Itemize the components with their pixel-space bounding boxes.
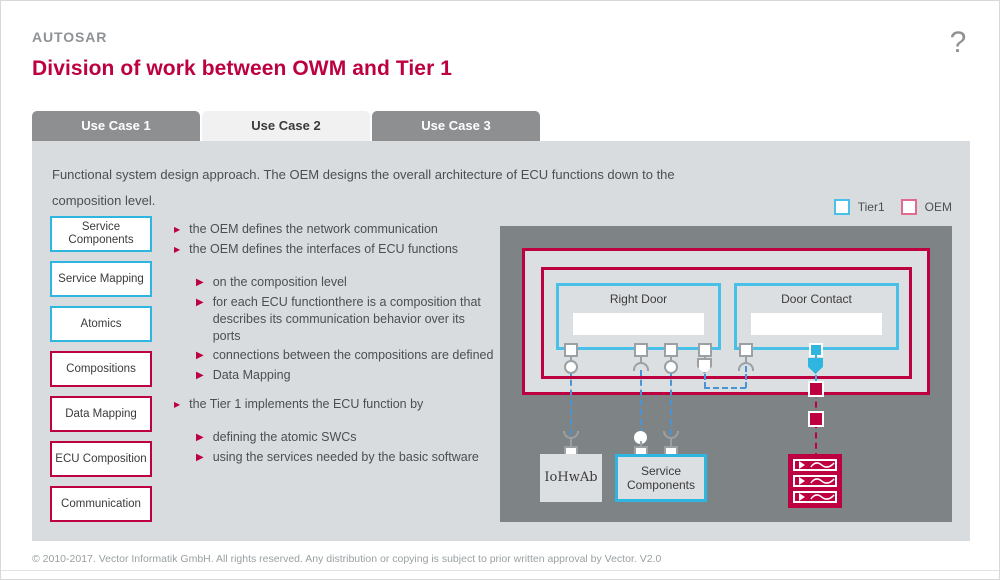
legend-swatch-tier1-icon — [833, 199, 850, 215]
tab-panel: Functional system design approach. The O… — [32, 141, 970, 541]
list-item: ▶ the OEM defines the interfaces of ECU … — [174, 241, 494, 259]
bullet-text: the Tier 1 implements the ECU function b… — [189, 397, 424, 411]
sine-wave-icon — [810, 478, 835, 484]
help-question-icon[interactable]: ? — [943, 26, 973, 60]
architecture-diagram: Right Door Door Contact IoHwAb Service C… — [500, 226, 952, 522]
bullet-text: the OEM defines the interfaces of ECU fu… — [189, 242, 459, 256]
port-required-arc-icon — [633, 362, 649, 371]
sine-wave-icon — [810, 462, 835, 468]
basic-software-stack-icon[interactable] — [788, 454, 842, 508]
bullet-text: on the composition level — [212, 275, 347, 289]
port-required-arc-icon — [663, 431, 679, 439]
delegation-port-outer-icon[interactable] — [808, 411, 824, 427]
footer-divider — [1, 570, 999, 571]
artifact-box-service-components[interactable]: Service Components — [50, 216, 152, 252]
legend-item-tier1: Tier1 — [833, 199, 885, 215]
port-stub-icon — [640, 355, 642, 362]
artifact-box-list: Service Components Service Mapping Atomi… — [50, 216, 152, 522]
port-required-arc-icon — [563, 431, 579, 439]
bullet-arrow-icon: ▶ — [196, 277, 204, 288]
composition-door-contact[interactable]: Door Contact — [734, 283, 899, 350]
legend-swatch-oem-icon — [900, 199, 917, 215]
block-service-components[interactable]: Service Components — [615, 454, 707, 502]
composition-right-door[interactable]: Right Door — [556, 283, 721, 350]
bullet-arrow-icon: ▶ — [196, 350, 204, 361]
list-item: ▶ for each ECU functionthere is a compos… — [196, 294, 494, 345]
bullet-text: for each ECU functionthere is a composit… — [212, 295, 481, 343]
panel-description: Functional system design approach. The O… — [52, 167, 675, 208]
legend-label-oem: OEM — [924, 200, 952, 214]
bullet-arrow-icon: ▶ — [174, 245, 181, 254]
bullet-arrow-icon: ▶ — [196, 297, 204, 308]
bullet-arrow-icon: ▶ — [196, 452, 204, 463]
bullet-text: Data Mapping — [212, 368, 291, 382]
service-row — [793, 491, 837, 503]
composition-content-slot — [573, 313, 704, 335]
sine-wave-icon — [810, 494, 835, 500]
tab-use-case-1[interactable]: Use Case 1 — [32, 111, 200, 141]
port-stub-icon — [745, 355, 747, 362]
bullet-arrow-icon: ▶ — [196, 432, 204, 443]
bullet-text: connections between the compositions are… — [212, 348, 494, 362]
bullet-arrow-icon: ▶ — [174, 400, 181, 409]
port-required-arc-icon — [738, 362, 754, 371]
connector-line — [704, 387, 746, 389]
list-item: ▶ the Tier 1 implements the ECU function… — [174, 396, 494, 414]
composition-title: Door Contact — [781, 292, 852, 306]
bullet-arrow-icon: ▶ — [174, 225, 181, 234]
page-title: Division of work between OWM and Tier 1 — [32, 57, 453, 80]
list-item: ▶ on the composition level — [196, 274, 494, 292]
play-triangle-icon — [799, 493, 805, 501]
artifact-box-compositions[interactable]: Compositions — [50, 351, 152, 387]
composition-content-slot — [751, 313, 882, 335]
list-item: ▶ defining the atomic SWCs — [196, 429, 494, 447]
artifact-box-communication[interactable]: Communication — [50, 486, 152, 522]
bullet-arrow-icon: ▶ — [196, 370, 204, 381]
legend-item-oem: OEM — [900, 199, 952, 215]
list-item: ▶ the OEM defines the network communicat… — [174, 221, 494, 239]
tab-use-case-2[interactable]: Use Case 2 — [202, 111, 370, 141]
app-window: AUTOSAR Division of work between OWM and… — [0, 0, 1000, 580]
tab-bar: Use Case 1 Use Case 2 Use Case 3 — [32, 111, 540, 141]
footer-copyright: © 2010-2017. Vector Informatik GmbH. All… — [32, 553, 662, 565]
bullet-list: ▶ the OEM defines the network communicat… — [174, 221, 494, 469]
list-item: ▶ Data Mapping — [196, 367, 494, 385]
composition-title: Right Door — [609, 292, 668, 306]
artifact-box-data-mapping[interactable]: Data Mapping — [50, 396, 152, 432]
artifact-box-service-mapping[interactable]: Service Mapping — [50, 261, 152, 297]
bullet-text: using the services needed by the basic s… — [212, 450, 479, 464]
play-triangle-icon — [799, 477, 805, 485]
port-provided-circle-icon — [564, 360, 578, 374]
legend-label-tier1: Tier1 — [857, 200, 885, 214]
list-item: ▶ connections between the compositions a… — [196, 347, 494, 365]
block-iohwab[interactable]: IoHwAb — [540, 454, 602, 502]
bullet-text: defining the atomic SWCs — [212, 430, 357, 444]
list-item: ▶ using the services needed by the basic… — [196, 449, 494, 467]
play-triangle-icon — [799, 461, 805, 469]
delegation-port-inner-icon[interactable] — [808, 381, 824, 397]
port-provided-circle-icon — [664, 360, 678, 374]
artifact-box-ecu-composition[interactable]: ECU Composition — [50, 441, 152, 477]
artifact-box-atomics[interactable]: Atomics — [50, 306, 152, 342]
tab-use-case-3[interactable]: Use Case 3 — [372, 111, 540, 141]
service-row — [793, 459, 837, 471]
bullet-text: the OEM defines the network communicatio… — [189, 222, 438, 236]
legend: Tier1 OEM — [833, 199, 952, 215]
brand-eyebrow: AUTOSAR — [32, 29, 108, 45]
service-row — [793, 475, 837, 487]
